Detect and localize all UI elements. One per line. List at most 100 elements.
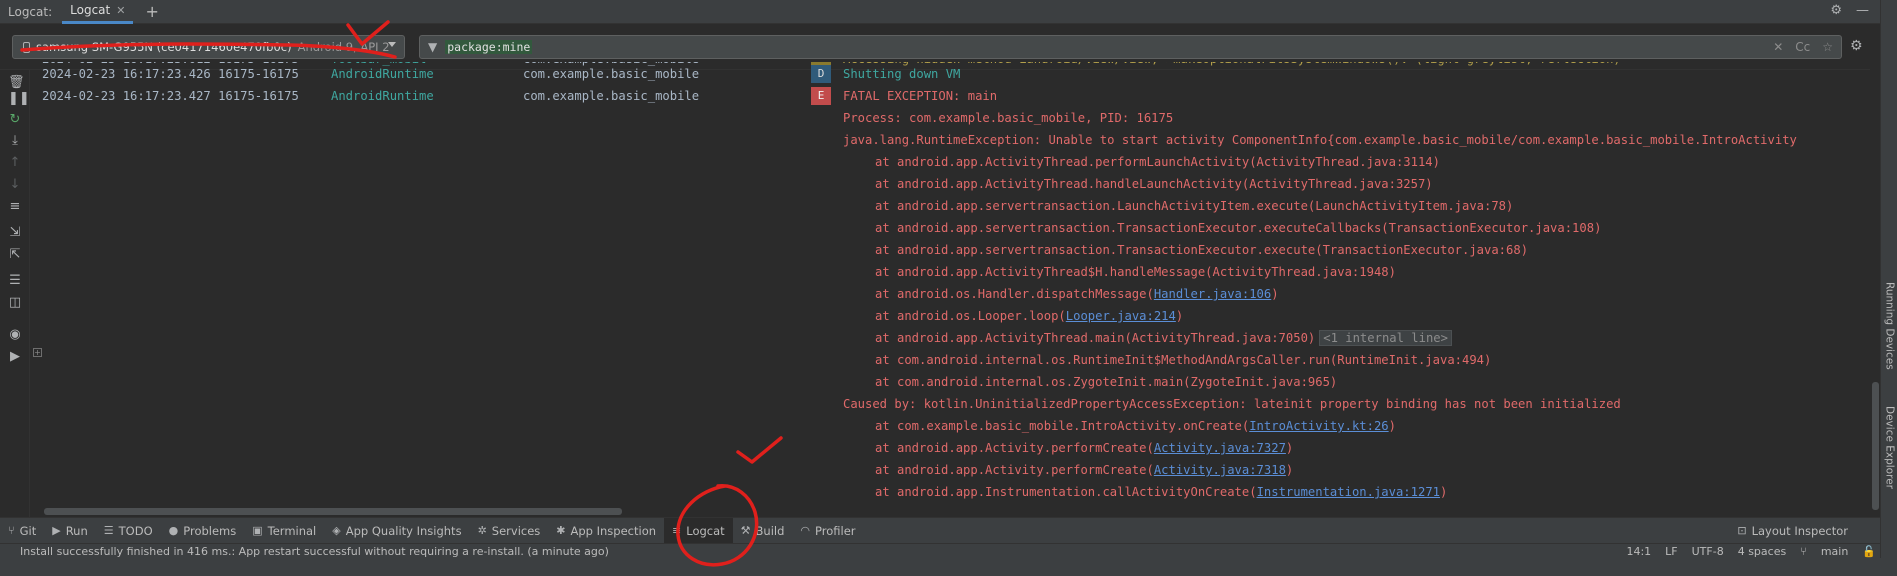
tab-app-quality-insights[interactable]: ◈ App Quality Insights <box>324 518 469 544</box>
lock-icon[interactable]: 🔓 <box>1862 545 1876 558</box>
tab-run-label: Run <box>65 523 88 538</box>
expand-icon[interactable]: + <box>33 348 42 357</box>
line-separator[interactable]: LF <box>1665 545 1677 558</box>
tab-app-inspection[interactable]: ✱ App Inspection <box>548 518 664 544</box>
stack-line: at android.app.Activity.performCreate(Ac… <box>42 437 1880 459</box>
pause-icon[interactable]: ❚❚ <box>8 92 30 106</box>
log-package: com.example.basic_mobile <box>523 67 700 81</box>
tab-logcat[interactable]: Logcat ✕ <box>62 0 134 24</box>
import-icon[interactable]: ⇱ <box>8 248 22 262</box>
source-link[interactable]: Looper.java:214 <box>1066 309 1176 323</box>
tab-layout-inspector[interactable]: ⊡ Layout Inspector <box>1729 518 1856 544</box>
tab-profiler[interactable]: ◠ Profiler <box>792 518 863 544</box>
trash-icon[interactable]: 🗑 <box>8 76 25 90</box>
tab-logcat-label: Logcat <box>70 3 111 17</box>
tab-services-label: Services <box>491 523 541 538</box>
git-branch[interactable]: main <box>1821 545 1848 558</box>
log-row[interactable]: 2024-02-23 16:17:23.426 16175-16175 Andr… <box>42 63 1880 85</box>
settings-icon[interactable]: ⚙ <box>1850 38 1863 54</box>
tab-services[interactable]: ✲ Services <box>470 518 549 544</box>
tool-window-title: Logcat: <box>8 4 53 19</box>
logcat-icon: ≡ <box>672 524 682 537</box>
source-link[interactable]: Handler.java:106 <box>1154 287 1271 301</box>
tab-build[interactable]: ⚒ Build <box>733 518 793 544</box>
tab-problems-label: Problems <box>183 523 237 538</box>
log-timestamp: 2024-02-23 16:17:23.426 16175-16175 <box>42 67 299 81</box>
status-bar: Install successfully finished in 416 ms.… <box>0 543 1880 558</box>
file-encoding[interactable]: UTF-8 <box>1692 545 1724 558</box>
run-icon: ▶ <box>52 524 61 537</box>
phone-icon <box>23 41 30 53</box>
tab-todo[interactable]: ☰ TODO <box>96 518 161 544</box>
log-message: FATAL EXCEPTION: main <box>843 89 998 103</box>
frame-paren: ) <box>1271 287 1279 301</box>
caret-position[interactable]: 14:1 <box>1626 545 1651 558</box>
close-icon[interactable]: ✕ <box>116 4 125 17</box>
source-link[interactable]: Instrumentation.java:1271 <box>1257 485 1440 499</box>
star-icon[interactable]: ☆ <box>1822 40 1833 54</box>
camera-icon[interactable]: ◉ <box>8 328 22 342</box>
source-link[interactable]: Activity.java:7327 <box>1154 441 1286 455</box>
soft-wrap-icon[interactable]: ≡ <box>8 200 22 214</box>
filter-icon[interactable]: ▼ <box>428 40 437 54</box>
folded-lines[interactable]: <1 internal line> <box>1319 330 1452 346</box>
device-name: samsung SM-G955N (ce04171460e470fb0c) <box>36 40 292 54</box>
list-icon: ☰ <box>103 524 114 537</box>
frame-text: at android.app.Instrumentation.callActiv… <box>875 485 1257 499</box>
minimize-icon[interactable]: — <box>1856 3 1869 18</box>
tab-problems[interactable]: ● Problems <box>161 518 245 544</box>
diamond-icon: ◈ <box>332 524 341 537</box>
tab-terminal-label: Terminal <box>267 523 317 538</box>
filter-input[interactable]: ▼ package:mine ✕ Cc ☆ <box>419 35 1842 59</box>
tab-git[interactable]: ⑂ Git <box>0 518 44 544</box>
device-selector[interactable]: samsung SM-G955N (ce04171460e470fb0c) An… <box>12 35 405 59</box>
stack-line: at android.app.ActivityThread.main(Activ… <box>42 327 1880 349</box>
horizontal-scrollbar[interactable] <box>44 508 622 515</box>
clear-filter-icon[interactable]: ✕ <box>1773 40 1783 54</box>
stack-line: at android.app.Activity.performCreate(Ac… <box>42 459 1880 481</box>
device-explorer-tab[interactable]: Device Explorer <box>1881 406 1897 489</box>
logcat-output[interactable]: 2024-02-23 16:17:23.012 16175-16175 Tool… <box>42 62 1880 514</box>
branch-icon: ⑂ <box>1800 545 1807 558</box>
scroll-to-end-icon[interactable]: ⤓ <box>8 134 22 148</box>
log-level-badge: E <box>811 87 831 105</box>
log-tag: AndroidRuntime <box>331 89 434 103</box>
tab-logcat-bottom[interactable]: ≡ Logcat <box>664 517 733 544</box>
down-arrow-icon[interactable]: ↓ <box>8 178 22 192</box>
log-level-badge: D <box>811 65 831 83</box>
android-icon: ✱ <box>556 524 566 537</box>
log-timestamp: 2024-02-23 16:17:23.427 16175-16175 <box>42 89 299 103</box>
frame-text: at android.os.Handler.dispatchMessage( <box>875 287 1154 301</box>
restart-icon[interactable]: ↻ <box>8 113 22 127</box>
vertical-scrollbar[interactable] <box>1872 382 1879 510</box>
up-arrow-icon[interactable]: ↑ <box>8 156 22 170</box>
tab-run[interactable]: ▶ Run <box>44 518 96 544</box>
source-link[interactable]: IntroActivity.kt:26 <box>1249 419 1388 433</box>
match-case-toggle[interactable]: Cc <box>1795 40 1810 54</box>
process-line: Process: com.example.basic_mobile, PID: … <box>843 111 1174 125</box>
indent-setting[interactable]: 4 spaces <box>1738 545 1787 558</box>
log-row[interactable]: 2024-02-23 16:17:23.427 16175-16175 Andr… <box>42 85 1880 107</box>
frame-text: at com.example.basic_mobile.IntroActivit… <box>875 419 1250 433</box>
stack-line: at com.android.internal.os.ZygoteInit.ma… <box>42 371 1880 393</box>
add-tab-icon[interactable]: + <box>145 2 158 21</box>
status-message[interactable]: Install successfully finished in 416 ms.… <box>0 545 609 558</box>
export-icon[interactable]: ⇲ <box>8 226 22 240</box>
format-icon[interactable]: ☰ <box>8 274 22 288</box>
source-link[interactable]: Activity.java:7318 <box>1154 463 1286 477</box>
frame-paren: ) <box>1440 485 1448 499</box>
stack-line: java.lang.RuntimeException: Unable to st… <box>42 129 1880 151</box>
stack-line: at android.app.servertransaction.Transac… <box>42 239 1880 261</box>
gear-icon[interactable]: ⚙ <box>1830 3 1842 18</box>
frame-text: at android.os.Looper.loop( <box>875 309 1066 323</box>
video-icon[interactable]: ▶ <box>8 350 22 364</box>
frame-text: at android.app.ActivityThread.main(Activ… <box>875 331 1316 345</box>
frame-paren: ) <box>1175 309 1184 323</box>
tab-terminal[interactable]: ▣ Terminal <box>244 518 324 544</box>
filter-query[interactable]: package:mine <box>445 40 533 54</box>
stack-frame: at com.android.internal.os.RuntimeInit$M… <box>875 353 1492 367</box>
tab-git-label: Git <box>19 523 37 538</box>
stack-frame: at android.os.Handler.dispatchMessage(Ha… <box>843 283 1279 305</box>
split-panels-icon[interactable]: ◫ <box>8 296 22 310</box>
running-devices-tab[interactable]: Running Devices <box>1881 282 1897 370</box>
